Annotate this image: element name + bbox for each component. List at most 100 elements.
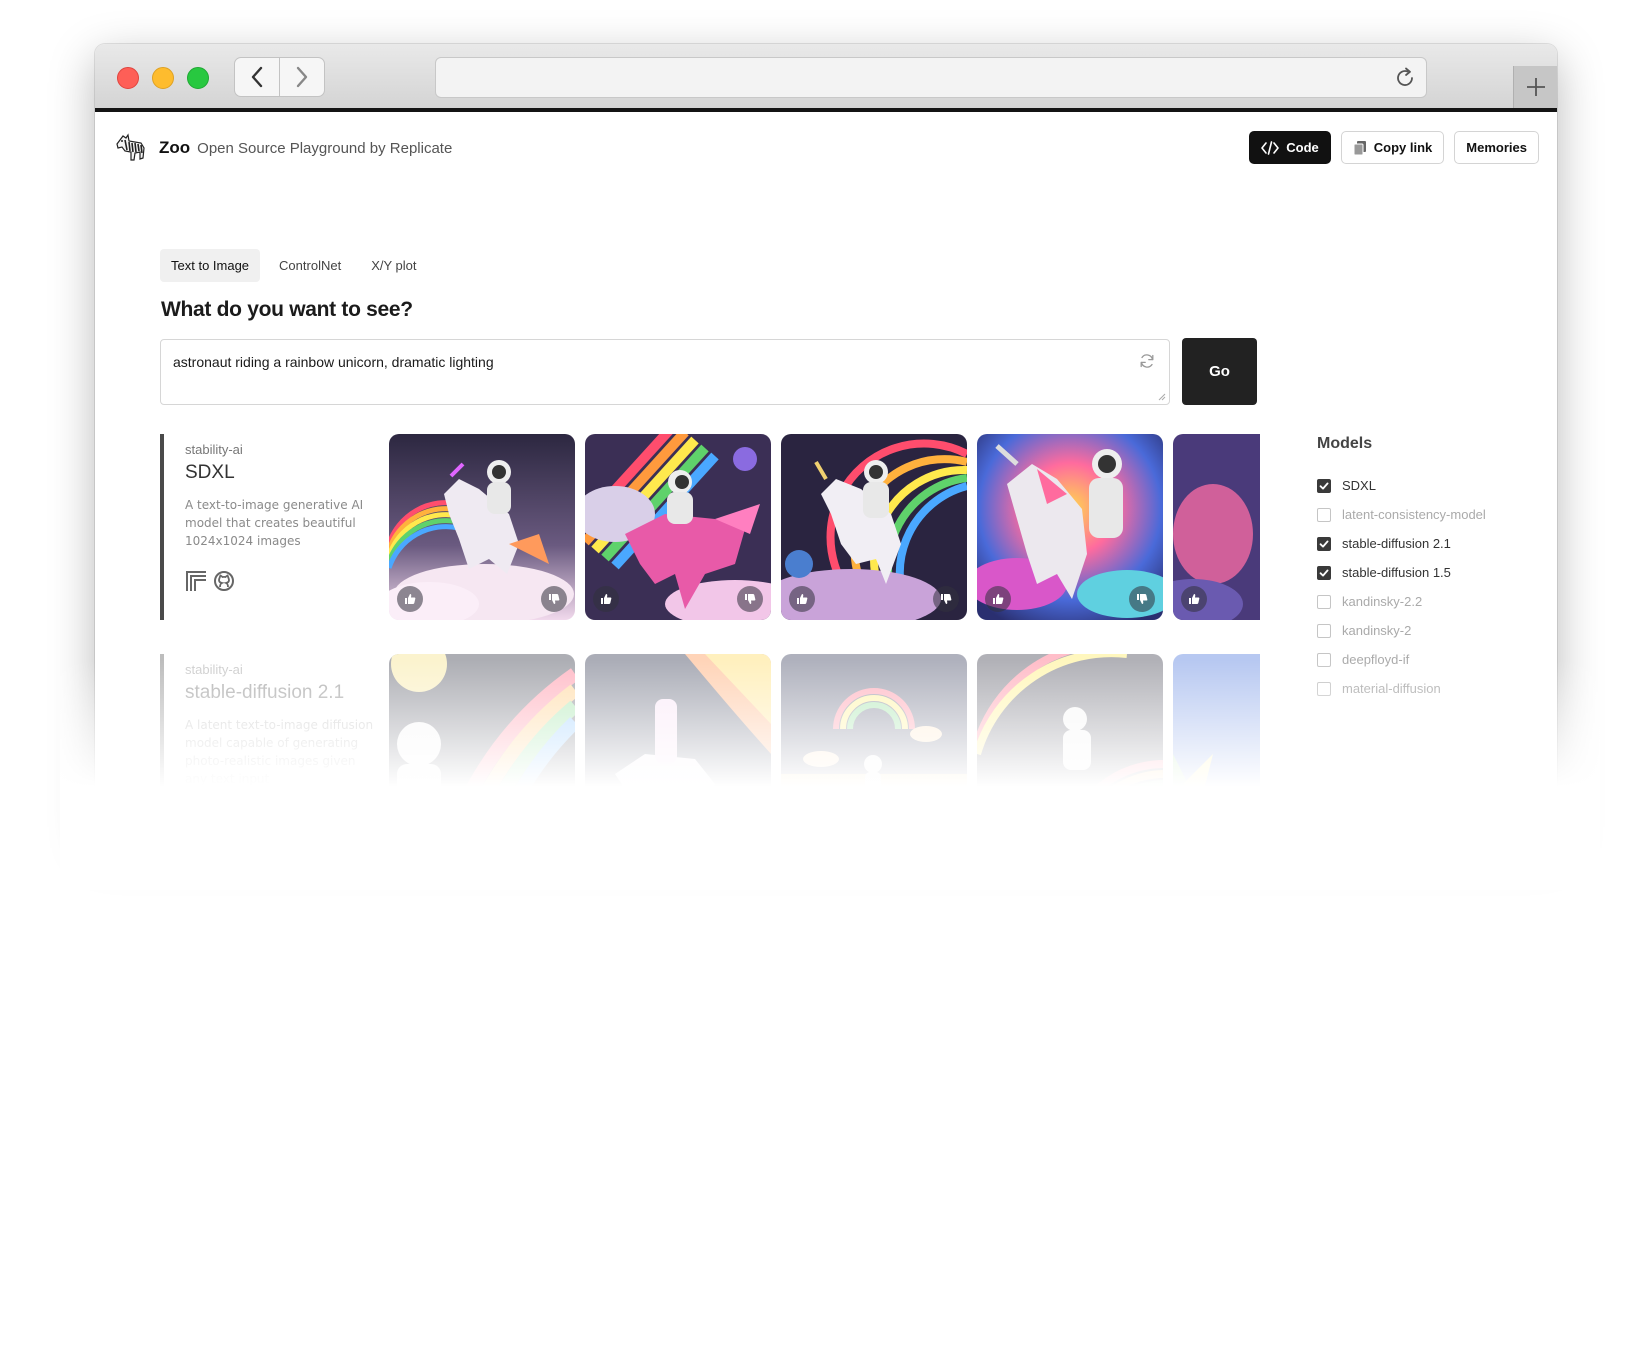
close-window-button[interactable]: [117, 67, 139, 89]
thumbs-down-icon: [745, 594, 756, 604]
thumbs-down-button[interactable]: [1129, 806, 1155, 832]
thumbs-down-button[interactable]: [737, 586, 763, 612]
model-checkbox-row[interactable]: latent-consistency-model: [1317, 500, 1486, 529]
copy-link-button[interactable]: Copy link: [1340, 131, 1445, 164]
generated-image[interactable]: [977, 654, 1163, 834]
model-checkbox[interactable]: [1317, 594, 1331, 609]
header-actions: Code Copy link Memories: [1249, 131, 1539, 164]
model-owner: stability-ai: [185, 442, 243, 457]
model-checkbox-label: kandinsky-2: [1342, 623, 1412, 638]
model-checkbox[interactable]: [1317, 478, 1331, 493]
thumbs-up-button[interactable]: [593, 806, 619, 832]
checkmark-icon: [1319, 540, 1329, 547]
tab-xy-plot[interactable]: X/Y plot: [360, 249, 427, 282]
model-checkbox[interactable]: [1317, 652, 1331, 667]
thumbs-up-icon: [405, 594, 416, 604]
generated-image[interactable]: [781, 434, 967, 620]
models-title: Models: [1317, 435, 1373, 452]
thumbs-up-icon: [993, 594, 1004, 604]
thumbs-down-button[interactable]: [1129, 586, 1155, 612]
model-checkbox-row[interactable]: kandinsky-2.2: [1317, 587, 1486, 616]
models-sidebar: Models SDXL latent-consistency-model stabl…: [1317, 435, 1486, 703]
reload-icon[interactable]: [1394, 67, 1416, 89]
model-owner: stability-ai: [185, 662, 243, 677]
go-button[interactable]: Go: [1182, 338, 1257, 405]
tab-text-to-image[interactable]: Text to Image: [160, 249, 261, 282]
thumbs-up-button[interactable]: [1181, 586, 1207, 612]
code-button[interactable]: Code: [1249, 131, 1331, 164]
model-row-sdxl: stability-ai SDXL A text-to-image genera…: [160, 434, 1260, 620]
model-checkbox-label: stable-diffusion 2.1: [1342, 536, 1451, 551]
generated-image[interactable]: [781, 654, 967, 834]
prompt-textarea[interactable]: astronaut riding a rainbow unicorn, dram…: [160, 339, 1170, 405]
generated-image[interactable]: [585, 434, 771, 620]
image-gallery: [389, 434, 1260, 620]
refresh-icon[interactable]: [1139, 353, 1155, 369]
memories-label: Memories: [1466, 140, 1527, 155]
app-subtitle: Open Source Playground by Replicate: [197, 139, 453, 157]
model-checkbox[interactable]: [1317, 507, 1331, 522]
generated-image[interactable]: [389, 654, 575, 834]
back-button[interactable]: [234, 57, 280, 97]
thumbs-down-button[interactable]: [541, 806, 567, 832]
generated-image[interactable]: [585, 654, 771, 834]
github-icon[interactable]: [213, 804, 235, 826]
model-checkbox-row[interactable]: deepfloyd-if: [1317, 645, 1486, 674]
thumbs-up-button[interactable]: [789, 806, 815, 832]
thumbs-up-button[interactable]: [789, 586, 815, 612]
maximize-window-button[interactable]: [187, 67, 209, 89]
model-checkbox-label: deepfloyd-if: [1342, 652, 1410, 667]
model-checkbox-label: material-diffusion: [1342, 681, 1441, 696]
app-page: Zoo Open Source Playground by Replicate …: [95, 112, 1557, 834]
model-checkbox[interactable]: [1317, 536, 1331, 551]
zebra-logo-icon: [116, 133, 145, 161]
thumbs-down-button[interactable]: [541, 586, 567, 612]
thumbs-up-button[interactable]: [397, 586, 423, 612]
thumbs-up-button[interactable]: [1181, 806, 1207, 832]
replicate-icon[interactable]: [185, 804, 207, 826]
model-checkbox-row[interactable]: SDXL: [1317, 471, 1486, 500]
replicate-icon[interactable]: [185, 570, 207, 592]
model-checkbox-row[interactable]: kandinsky-2: [1317, 616, 1486, 645]
thumbs-down-button[interactable]: [737, 806, 763, 832]
model-checkbox[interactable]: [1317, 681, 1331, 696]
thumbs-up-icon: [601, 594, 612, 604]
forward-button[interactable]: [279, 57, 325, 97]
generated-image[interactable]: [1173, 654, 1260, 834]
thumbs-down-button[interactable]: [933, 586, 959, 612]
thumbs-up-button[interactable]: [985, 586, 1011, 612]
chevron-left-icon: [251, 66, 263, 88]
generated-image[interactable]: [977, 434, 1163, 620]
model-description: A text-to-image generative AI model that…: [185, 498, 364, 548]
github-icon[interactable]: [213, 570, 235, 592]
checkmark-icon: [1319, 569, 1329, 576]
brand[interactable]: Zoo Open Source Playground by Replicate: [113, 132, 452, 164]
model-checkbox-row[interactable]: material-diffusion: [1317, 674, 1486, 703]
address-bar[interactable]: [435, 57, 1427, 98]
chevron-right-icon: [296, 66, 308, 88]
model-checkbox[interactable]: [1317, 565, 1331, 580]
thumbs-down-button[interactable]: [933, 806, 959, 832]
thumbs-up-button[interactable]: [985, 806, 1011, 832]
thumbs-up-button[interactable]: [593, 586, 619, 612]
model-name: SDXL: [185, 462, 235, 483]
resize-grip-icon[interactable]: [1157, 392, 1166, 401]
model-checkbox[interactable]: [1317, 623, 1331, 638]
model-links: [185, 804, 235, 826]
model-checkbox-row[interactable]: stable-diffusion 2.1: [1317, 529, 1486, 558]
code-icon: [1261, 140, 1280, 155]
minimize-window-button[interactable]: [152, 67, 174, 89]
image-gallery: [389, 654, 1260, 834]
generated-image[interactable]: [389, 434, 575, 620]
generated-image[interactable]: [1173, 434, 1260, 620]
model-checkbox-row[interactable]: stable-diffusion 1.5: [1317, 558, 1486, 587]
memories-button[interactable]: Memories: [1454, 131, 1539, 164]
new-tab-button[interactable]: [1513, 66, 1557, 108]
mode-tabs: Text to Image ControlNet X/Y plot: [160, 249, 427, 282]
tab-controlnet[interactable]: ControlNet: [268, 249, 352, 282]
prompt-text: astronaut riding a rainbow unicorn, dram…: [173, 354, 494, 370]
code-button-label: Code: [1286, 140, 1319, 155]
page-question: What do you want to see?: [161, 298, 413, 321]
app-name: Zoo: [159, 138, 191, 157]
thumbs-up-button[interactable]: [397, 806, 423, 832]
